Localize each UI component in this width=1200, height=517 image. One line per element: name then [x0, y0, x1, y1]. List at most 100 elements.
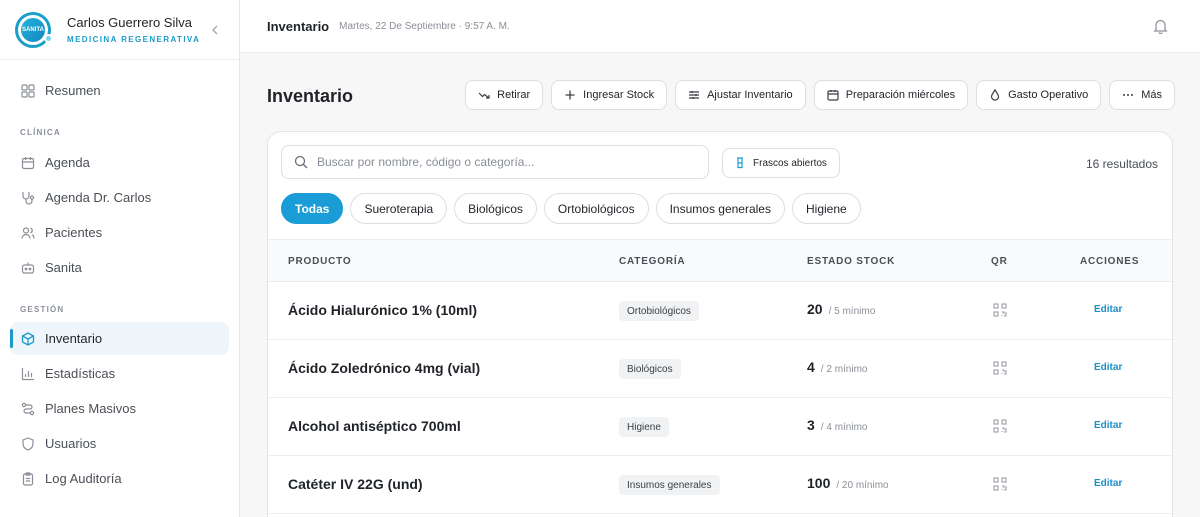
chip-higiene[interactable]: Higiene: [791, 193, 861, 224]
qr-icon[interactable]: [993, 477, 1007, 496]
topbar: Inventario Martes, 22 De Septiembre · 9:…: [240, 0, 1200, 53]
topbar-date: Martes, 22 De Septiembre · 9:57 A. M.: [339, 20, 510, 32]
table-row[interactable]: Alcohol antiséptico 700ml Higiene 3 / 4 …: [268, 398, 1172, 456]
stock-status: 20 / 5 mínimo: [807, 301, 875, 317]
sidebar-item-planes-masivos[interactable]: Planes Masivos: [10, 392, 229, 425]
search-input[interactable]: [317, 155, 697, 169]
logo: SANITA: [15, 11, 53, 48]
table-row[interactable]: Ácido Hialurónico 1% (10ml) Ortobiológic…: [268, 282, 1172, 340]
retirar-button[interactable]: Retirar: [465, 80, 544, 110]
stock-minimum: / 20 mínimo: [836, 480, 889, 491]
clipboard-icon: [20, 471, 35, 486]
sidebar-item-agenda-dr-carlos[interactable]: Agenda Dr. Carlos: [10, 181, 229, 214]
button-label: Ajustar Inventario: [707, 89, 793, 101]
mas-button[interactable]: Más: [1109, 80, 1175, 110]
results-count: 16 resultados: [1085, 157, 1158, 171]
chip-todas[interactable]: Todas: [281, 193, 344, 224]
sidebar-item-label: Agenda: [45, 155, 90, 170]
button-label: Frascos abiertos: [753, 157, 827, 169]
stock-status: 100 / 20 mínimo: [807, 475, 889, 491]
stock-status: 4 / 2 mínimo: [807, 359, 867, 375]
sidebar-item-label: Usuarios: [45, 436, 97, 451]
sidebar-item-sanita[interactable]: Sanita: [10, 251, 229, 284]
more-icon: [1123, 94, 1134, 96]
sidebar-item-usuarios[interactable]: Usuarios: [10, 427, 229, 460]
profile-role: MEDICINA REGENERATIVA: [67, 35, 201, 44]
stock-minimum: / 5 mínimo: [828, 306, 876, 317]
edit-link[interactable]: Editar: [1094, 420, 1122, 431]
ingresar-stock-button[interactable]: Ingresar Stock: [551, 80, 668, 110]
column-header-category[interactable]: CATEGORÍA: [619, 256, 685, 267]
stock-value: 4: [807, 359, 815, 375]
table-row[interactable]: Ácido Zoledrónico 4mg (vial) Biológicos …: [268, 340, 1172, 398]
gasto-operativo-button[interactable]: Gasto Operativo: [976, 80, 1102, 110]
chip-ortobiologicos[interactable]: Ortobiológicos: [543, 193, 649, 224]
chip-insumos-generales[interactable]: Insumos generales: [655, 193, 785, 224]
sidebar-item-label: Pacientes: [45, 225, 103, 240]
stock-value: 20: [807, 301, 823, 317]
trend-down-icon: [478, 92, 490, 99]
preparacion-miercoles-button[interactable]: Preparación miércoles: [813, 80, 969, 110]
column-header-actions: ACCIONES: [1080, 256, 1140, 267]
ajustar-inventario-button[interactable]: Ajustar Inventario: [675, 80, 806, 110]
table-header: PRODUCTO CATEGORÍA ESTADO STOCK QR ACCIO…: [268, 239, 1172, 282]
sidebar-item-estadisticas[interactable]: Estadísticas: [10, 357, 229, 390]
edit-link[interactable]: Editar: [1094, 362, 1122, 373]
droplet-icon: [991, 89, 1000, 101]
section-label-clinica: CLÍNICA: [20, 128, 61, 137]
stock-status: 3 / 4 mínimo: [807, 417, 867, 433]
sidebar: SANITA Carlos Guerrero Silva MEDICINA RE…: [0, 0, 240, 517]
category-badge: Biológicos: [619, 359, 681, 379]
category-badge: Insumos generales: [619, 475, 720, 495]
chip-sueroterapia[interactable]: Sueroterapia: [350, 193, 448, 224]
product-name: Alcohol antiséptico 700ml: [288, 418, 461, 434]
button-label: Gasto Operativo: [1008, 89, 1089, 101]
route-icon: [20, 401, 35, 416]
bell-icon[interactable]: [1153, 18, 1168, 39]
plus-icon: [565, 90, 575, 100]
bot-icon: [20, 260, 35, 275]
product-name: Ácido Zoledrónico 4mg (vial): [288, 360, 481, 376]
sidebar-item-resumen[interactable]: Resumen: [10, 74, 229, 107]
stock-minimum: / 2 mínimo: [820, 364, 868, 375]
sidebar-item-pacientes[interactable]: Pacientes: [10, 216, 229, 249]
sidebar-item-label: Log Auditoría: [45, 471, 122, 486]
qr-icon[interactable]: [993, 419, 1007, 438]
table-row[interactable]: Catéter IV 22G (und) Insumos generales 1…: [268, 456, 1172, 514]
shield-icon: [20, 436, 35, 451]
button-label: Ingresar Stock: [583, 89, 655, 101]
logo-dot: [44, 33, 53, 43]
button-label: Más: [1141, 89, 1162, 101]
sidebar-item-inventario[interactable]: Inventario: [10, 322, 229, 355]
column-header-stock[interactable]: ESTADO STOCK: [807, 256, 895, 267]
stock-value: 100: [807, 475, 831, 491]
box-icon: [20, 331, 35, 346]
qr-icon[interactable]: [993, 303, 1007, 322]
sidebar-item-label: Sanita: [45, 260, 82, 275]
button-label: Retirar: [497, 89, 531, 101]
category-badge: Ortobiológicos: [619, 301, 699, 321]
column-header-product[interactable]: PRODUCTO: [288, 256, 351, 267]
edit-link[interactable]: Editar: [1094, 478, 1122, 489]
sliders-icon: [689, 91, 700, 99]
search-box[interactable]: [281, 145, 709, 179]
sidebar-item-agenda[interactable]: Agenda: [10, 146, 229, 179]
frascos-abiertos-button[interactable]: Frascos abiertos: [722, 148, 840, 178]
chip-biologicos[interactable]: Biológicos: [454, 193, 537, 224]
sidebar-item-label: Agenda Dr. Carlos: [45, 190, 152, 205]
button-label: Preparación miércoles: [845, 89, 956, 101]
bar-chart-icon: [20, 366, 35, 381]
profile-name: Carlos Guerrero Silva: [67, 15, 192, 30]
inventory-card: Frascos abiertos 16 resultados Todas Sue…: [267, 131, 1173, 517]
calendar-icon: [20, 155, 35, 170]
collapse-sidebar-icon[interactable]: [211, 22, 219, 38]
product-name: Catéter IV 22G (und): [288, 476, 423, 492]
sidebar-item-label: Inventario: [45, 331, 103, 346]
qr-icon[interactable]: [993, 361, 1007, 380]
vial-icon: [737, 157, 743, 169]
category-chips: Todas Sueroterapia Biológicos Ortobiológ…: [281, 193, 861, 224]
sidebar-item-log-auditoria[interactable]: Log Auditoría: [10, 462, 229, 495]
users-icon: [20, 225, 35, 240]
edit-link[interactable]: Editar: [1094, 304, 1122, 315]
page-title: Inventario: [267, 86, 354, 106]
